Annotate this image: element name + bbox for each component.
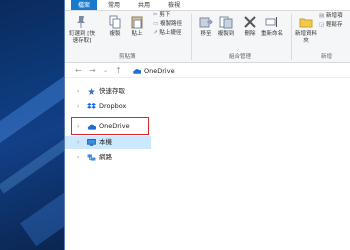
breadcrumb-onedrive[interactable]: OneDrive [144, 66, 175, 76]
new-folder-button[interactable]: 新增資料夾 [295, 31, 317, 45]
nav-label: 快速存取 [99, 87, 125, 95]
delete-icon [244, 16, 256, 28]
ribbon-tab-bar: 檔案 常用 共用 檢視 [65, 0, 350, 11]
paste-shortcut-icon: ↗ [153, 30, 158, 36]
address-bar-row: ← → ⌄ ↑ OneDrive [65, 64, 350, 78]
forward-arrow-icon[interactable]: → [89, 66, 96, 76]
expand-chevron-icon[interactable]: › [77, 85, 79, 98]
nav-label: Dropbox [99, 102, 127, 110]
back-arrow-icon[interactable]: ← [75, 66, 82, 76]
new-item-label: 新增項 [325, 13, 343, 19]
file-list-area[interactable] [151, 79, 350, 250]
computer-icon [87, 139, 96, 146]
ribbon-separator [291, 14, 292, 60]
nav-label: 網路 [99, 153, 112, 161]
expand-chevron-icon[interactable]: › [77, 136, 79, 149]
copy-path-icon: ▭ [153, 21, 159, 27]
rename-icon [265, 17, 277, 27]
nav-item-network[interactable]: › 網路 [65, 151, 151, 164]
easy-access-label: 輕鬆存 [325, 22, 343, 28]
easy-access-button[interactable]: ◲ 輕鬆存 [319, 22, 350, 29]
recent-locations-icon[interactable]: ⌄ [103, 66, 108, 76]
organize-group-label: 組合管理 [229, 54, 252, 60]
annotation-highlight-box [71, 117, 149, 135]
onedrive-cloud-icon [133, 69, 141, 74]
desktop-light-ray [0, 62, 64, 146]
paste-button[interactable]: 貼上 [127, 31, 147, 38]
paste-shortcut-label: 貼上捷徑 [159, 30, 182, 36]
nav-item-this-pc[interactable]: › 本機 [65, 136, 151, 149]
rename-button[interactable]: 重新命名 [259, 31, 285, 38]
scissors-icon: ✂ [153, 12, 158, 18]
network-icon [87, 154, 96, 161]
move-to-button[interactable]: 移至 [197, 31, 215, 38]
new-item-button[interactable]: ▤ 新增項 [319, 13, 350, 20]
nav-item-dropbox[interactable]: › Dropbox [65, 100, 151, 113]
desktop-background [0, 0, 64, 250]
nav-label: 本機 [99, 138, 112, 146]
file-explorer-window: 檔案 常用 共用 檢視 釘選到 [快速存取] 複製 貼上 ✂ 剪下 ▭ 複製路徑… [64, 0, 350, 250]
paste-icon [131, 16, 143, 29]
dropbox-icon [87, 103, 96, 109]
copy-icon [109, 15, 121, 29]
pin-icon [77, 16, 85, 28]
ribbon-separator [191, 14, 192, 60]
cut-label: 剪下 [159, 12, 171, 18]
up-arrow-icon[interactable]: ↑ [115, 66, 122, 76]
delete-button[interactable]: 刪除 [241, 31, 259, 38]
expand-chevron-icon[interactable]: › [77, 100, 79, 113]
navigation-pane: › 快速存取 › Dropbox › OneDrive › 本機 › 網路 [65, 79, 151, 250]
new-item-icon: ▤ [319, 13, 325, 19]
copy-button[interactable]: 複製 [105, 31, 125, 38]
copy-path-button[interactable]: ▭ 複製路徑 [153, 21, 185, 28]
paste-shortcut-button[interactable]: ↗ 貼上捷徑 [153, 30, 185, 37]
clipboard-group-label: 剪貼簿 [119, 54, 136, 60]
copy-path-label: 複製路徑 [159, 21, 182, 27]
cut-button[interactable]: ✂ 剪下 [153, 12, 175, 19]
new-group-label: 新增 [321, 54, 333, 60]
ribbon-home: 釘選到 [快速存取] 複製 貼上 ✂ 剪下 ▭ 複製路徑 ↗ 貼上捷徑 剪貼簿 … [65, 11, 350, 63]
easy-access-icon: ◲ [319, 22, 325, 28]
expand-chevron-icon[interactable]: › [77, 151, 79, 164]
star-icon [88, 88, 95, 95]
pin-quick-access-button[interactable]: 釘選到 [快速存取] [67, 31, 97, 45]
copy-to-icon [219, 16, 233, 29]
copy-to-button[interactable]: 複製到 [215, 31, 237, 38]
nav-item-quick-access[interactable]: › 快速存取 [65, 85, 151, 98]
new-folder-icon [299, 18, 313, 28]
move-to-icon [199, 17, 213, 28]
desktop-light-ray [20, 171, 64, 247]
